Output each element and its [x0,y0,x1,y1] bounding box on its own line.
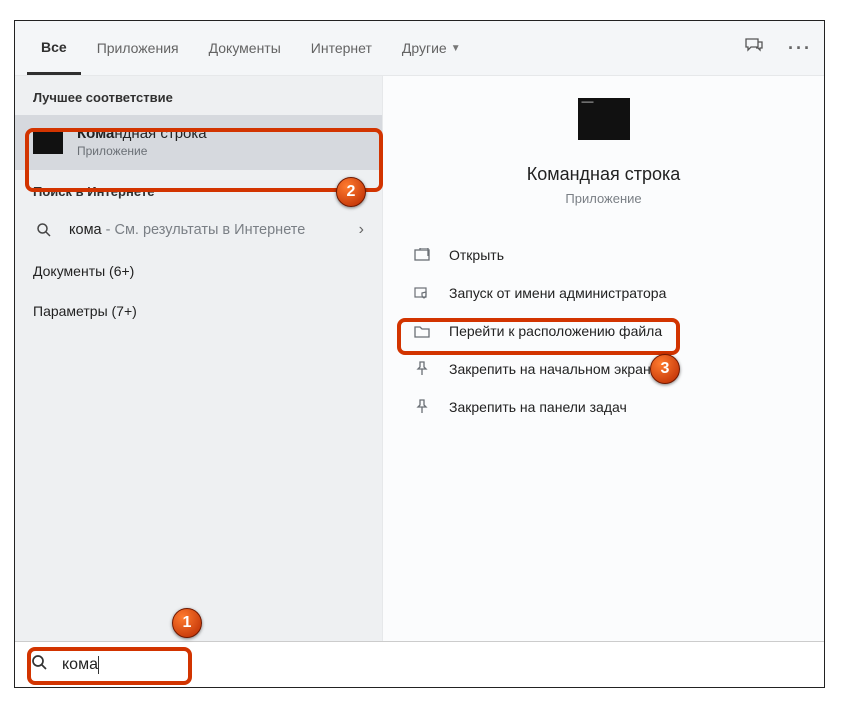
cmd-icon [33,129,63,154]
feedback-icon[interactable] [744,36,764,61]
action-pin-taskbar-label: Закрепить на панели задач [449,399,627,415]
documents-row[interactable]: Документы (6+) [15,251,382,291]
action-run-admin-label: Запуск от имени администратора [449,285,666,301]
body: Лучшее соответствие Командная строка При… [15,76,824,641]
action-pin-start[interactable]: Закрепить на начальном экране [383,350,824,388]
left-panel: Лучшее соответствие Командная строка При… [15,76,382,641]
best-match-item[interactable]: Командная строка Приложение [15,115,382,170]
web-after: - См. результаты в Интернете [102,222,306,238]
best-match-title-bold: Кома [77,125,114,142]
preview: Командная строка Приложение [383,98,824,206]
action-run-admin[interactable]: Запуск от имени администратора [383,274,824,312]
tab-documents[interactable]: Документы [195,21,295,75]
admin-icon [413,285,431,301]
header-right: ··· [744,36,812,61]
action-open-location[interactable]: Перейти к расположению файла [383,312,824,350]
open-icon [413,248,431,262]
chevron-right-icon: › [359,221,364,239]
best-match-text: Командная строка Приложение [77,125,207,158]
tab-all[interactable]: Все [27,21,81,75]
pin-start-icon [413,361,431,377]
best-match-subtitle: Приложение [77,144,207,158]
search-icon [33,222,55,238]
folder-icon [413,324,431,338]
search-bar: кома [15,641,824,687]
header: Все Приложения Документы Интернет Другие… [15,21,824,76]
tab-internet[interactable]: Интернет [297,21,386,75]
web-search-text: кома - См. результаты в Интернете [69,222,345,238]
chevron-down-icon: ▼ [451,43,461,54]
action-open-location-label: Перейти к расположению файла [449,323,662,339]
actions-list: Открыть Запуск от имени администратора П… [383,236,824,426]
preview-title: Командная строка [383,164,824,185]
best-match-label: Лучшее соответствие [15,76,382,115]
cmd-icon-large [578,98,630,140]
preview-subtitle: Приложение [383,191,824,206]
tab-more[interactable]: Другие ▼ [388,21,475,75]
pin-taskbar-icon [413,399,431,415]
web-query: кома [69,222,102,238]
search-window: Все Приложения Документы Интернет Другие… [14,20,825,688]
parameters-row[interactable]: Параметры (7+) [15,291,382,331]
web-search-item[interactable]: кома - См. результаты в Интернете › [15,209,382,251]
action-open-label: Открыть [449,247,504,263]
web-search-label: Поиск в Интернете [15,170,382,209]
tab-apps[interactable]: Приложения [83,21,193,75]
best-match-title: Командная строка [77,125,207,142]
right-panel: Командная строка Приложение Открыть Запу… [382,76,824,641]
tab-more-label: Другие [402,40,447,56]
action-pin-taskbar[interactable]: Закрепить на панели задач [383,388,824,426]
action-pin-start-label: Закрепить на начальном экране [449,361,659,377]
more-icon[interactable]: ··· [788,38,812,59]
tabs: Все Приложения Документы Интернет Другие… [27,21,475,75]
action-open[interactable]: Открыть [383,236,824,274]
best-match-title-rest: ндная строка [114,125,206,142]
